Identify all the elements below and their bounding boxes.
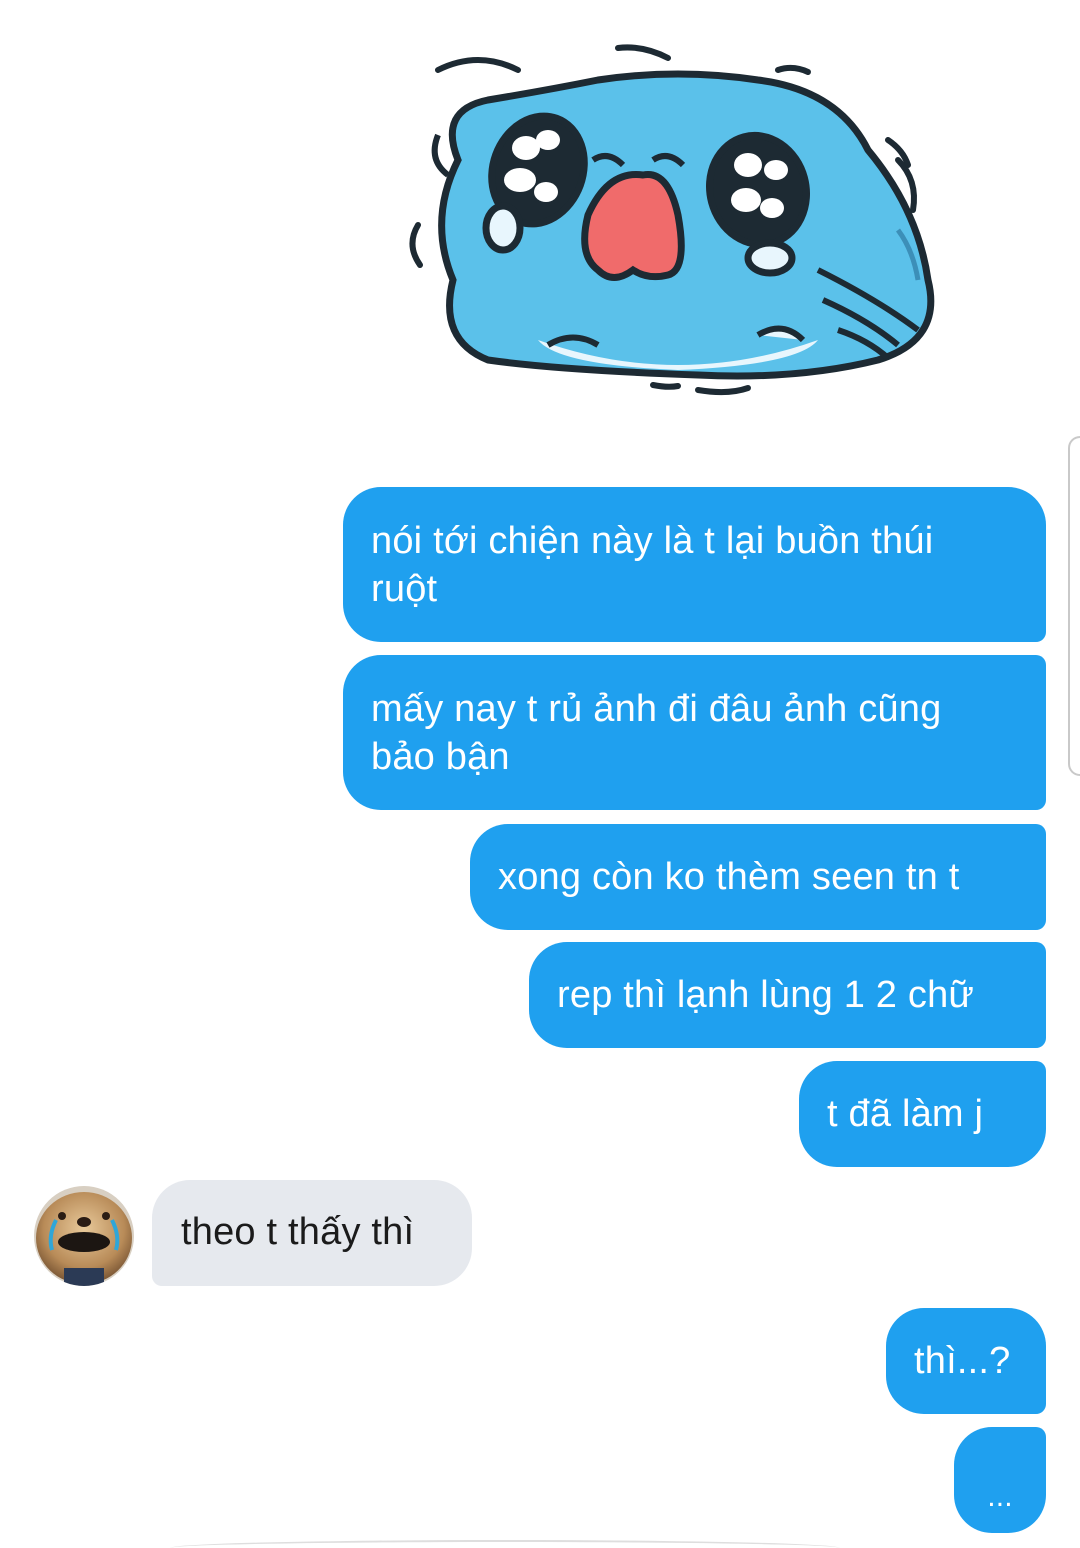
outgoing-message[interactable]: rep thì lạnh lùng 1 2 chữ xyxy=(529,942,1046,1048)
avatar[interactable] xyxy=(34,1186,134,1286)
outgoing-message[interactable]: nói tới chiện này là t lại buồn thúi ruộ… xyxy=(343,487,1046,642)
crying-dog-avatar-icon xyxy=(34,1186,134,1286)
scroll-edge[interactable] xyxy=(1068,436,1080,776)
outgoing-message[interactable]: t đã làm j xyxy=(799,1061,1046,1167)
crying-blob-sticker[interactable] xyxy=(398,40,958,410)
outgoing-message[interactable]: thì...? xyxy=(886,1308,1046,1414)
chat-screen: nói tới chiện này là t lại buồn thúi ruộ… xyxy=(0,0,1080,1548)
outgoing-message[interactable]: ... xyxy=(954,1427,1046,1533)
outgoing-message[interactable]: xong còn ko thèm seen tn t xyxy=(470,824,1046,930)
outgoing-message[interactable]: mấy nay t rủ ảnh đi đâu ảnh cũng bảo bận xyxy=(343,655,1046,810)
crying-blue-blob-sticker-icon xyxy=(409,44,935,396)
composer-edge xyxy=(170,1540,840,1548)
incoming-message[interactable]: theo t thấy thì xyxy=(152,1180,472,1286)
